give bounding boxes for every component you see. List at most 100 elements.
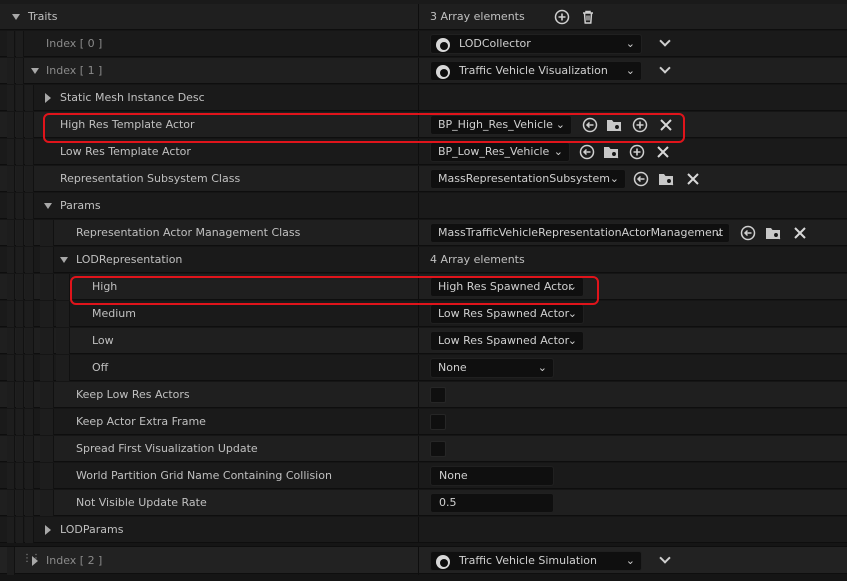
rep-actor-mgmt-class-combo[interactable]: MassTrafficVehicleRepresentationActorMan… — [430, 223, 730, 243]
indent-bar — [16, 355, 24, 381]
indent-bar — [40, 490, 54, 516]
use-selected-icon[interactable] — [633, 171, 649, 187]
use-selected-icon[interactable] — [579, 144, 595, 160]
params-name-cell: Params — [0, 193, 418, 219]
clear-icon[interactable] — [685, 171, 701, 187]
expand-arrow-icon[interactable] — [32, 556, 38, 566]
spread-first-name-cell: Spread First Visualization Update — [0, 436, 418, 462]
index2-label: Index [ 2 ] — [46, 554, 103, 567]
details-panel: Traits 3 Array elements Index [ 0 ] LODC… — [0, 0, 847, 581]
index2-row: ⋮⋮ Index [ 2 ] Traffic Vehicle Simulatio… — [0, 546, 847, 575]
not-visible-rate-name-cell: Not Visible Update Rate — [0, 490, 418, 516]
expand-arrow-icon[interactable] — [44, 203, 52, 209]
lod-high-value-cell: High Res Spawned Actor ⌄ — [419, 274, 847, 300]
lod-off-row: Off None ⌄ — [0, 355, 847, 381]
lod-low-enum-combo[interactable]: Low Res Spawned Actor ⌄ — [430, 331, 584, 351]
low-res-name-cell: Low Res Template Actor — [0, 139, 418, 165]
static-mesh-row: Static Mesh Instance Desc — [0, 85, 847, 111]
expand-arrow-icon[interactable] — [45, 525, 51, 535]
not-visible-rate-row: Not Visible Update Rate 0.5 — [0, 490, 847, 516]
not-visible-rate-input[interactable]: 0.5 — [430, 493, 554, 513]
low-res-label: Low Res Template Actor — [60, 145, 191, 158]
use-selected-icon[interactable] — [582, 117, 598, 133]
browse-folder-icon[interactable] — [603, 144, 619, 160]
clear-icon[interactable] — [792, 225, 808, 241]
indent-bar — [7, 547, 15, 575]
index1-row: Index [ 1 ] Traffic Vehicle Visualizatio… — [0, 58, 847, 84]
lod-high-enum-combo[interactable]: High Res Spawned Actor ⌄ — [430, 277, 584, 297]
low-res-class-combo[interactable]: BP_Low_Res_Vehicle ⌄ — [430, 142, 570, 162]
delete-all-icon[interactable] — [580, 9, 596, 25]
indent-bar — [25, 193, 34, 219]
add-icon[interactable] — [632, 117, 648, 133]
expand-menu-chevron-icon[interactable] — [659, 63, 671, 77]
rep-subsystem-class-combo[interactable]: MassRepresentationSubsystem ⌄ — [430, 169, 626, 189]
index1-name-cell: Index [ 1 ] — [0, 58, 418, 84]
indent-bar — [7, 193, 15, 219]
indent-bar — [7, 274, 15, 300]
spread-first-checkbox[interactable] — [430, 441, 446, 457]
wp-grid-name-input[interactable]: None — [430, 466, 554, 486]
indent-bar — [25, 166, 34, 192]
index0-value-cell: LODCollector ⌄ — [419, 31, 847, 57]
indent-bar — [40, 382, 54, 408]
indent-bar — [16, 274, 24, 300]
lod-medium-row: Medium Low Res Spawned Actor ⌄ — [0, 301, 847, 327]
add-icon[interactable] — [629, 144, 645, 160]
column-divider[interactable] — [418, 193, 419, 219]
lod-off-label: Off — [92, 361, 109, 374]
indent-bar — [25, 274, 34, 300]
rep-subsystem-value-cell: MassRepresentationSubsystem ⌄ — [419, 166, 847, 192]
indent-bar — [16, 139, 24, 165]
lod-medium-enum-combo[interactable]: Low Res Spawned Actor ⌄ — [430, 304, 584, 324]
keep-extra-frame-value-cell — [419, 409, 847, 435]
expand-menu-chevron-icon[interactable] — [659, 553, 671, 567]
lod-params-name-cell: LODParams — [0, 517, 418, 543]
expand-arrow-icon[interactable] — [31, 68, 39, 74]
expand-arrow-icon[interactable] — [12, 14, 20, 20]
use-selected-icon[interactable] — [740, 225, 756, 241]
keep-low-res-checkbox[interactable] — [430, 387, 446, 403]
indent-bar — [16, 58, 24, 84]
keep-low-res-row: Keep Low Res Actors — [0, 382, 847, 408]
rep-subsystem-name-cell: Representation Subsystem Class — [0, 166, 418, 192]
static-mesh-label: Static Mesh Instance Desc — [60, 91, 205, 104]
index1-struct-combo[interactable]: Traffic Vehicle Visualization ⌄ — [430, 61, 642, 81]
indent-bar — [16, 436, 24, 462]
high-res-value-cell: BP_High_Res_Vehicle ⌄ — [419, 112, 847, 138]
indent-bar — [25, 328, 34, 354]
lod-off-value-cell: None ⌄ — [419, 355, 847, 381]
index2-value-cell: Traffic Vehicle Simulation ⌄ — [419, 547, 847, 575]
lod-low-value: Low Res Spawned Actor — [438, 334, 570, 347]
lod-off-enum-combo[interactable]: None ⌄ — [430, 358, 554, 378]
wp-grid-row: World Partition Grid Name Containing Col… — [0, 463, 847, 489]
add-element-icon[interactable] — [554, 9, 570, 25]
keep-extra-frame-checkbox[interactable] — [430, 414, 446, 430]
expand-arrow-icon[interactable] — [60, 257, 68, 263]
browse-folder-icon[interactable] — [658, 171, 674, 187]
high-res-class-combo[interactable]: BP_High_Res_Vehicle ⌄ — [430, 115, 572, 135]
indent-bar — [7, 31, 15, 57]
wp-grid-value-cell: None — [419, 463, 847, 489]
indent-bar — [56, 355, 70, 381]
indent-bar — [25, 382, 34, 408]
high-res-label: High Res Template Actor — [60, 118, 195, 131]
clear-icon[interactable] — [658, 117, 674, 133]
index0-struct-combo[interactable]: LODCollector ⌄ — [430, 34, 642, 54]
indent-bar — [25, 490, 34, 516]
column-divider[interactable] — [418, 517, 419, 543]
indent-bar — [56, 301, 70, 327]
struct-icon — [436, 38, 450, 52]
browse-folder-icon[interactable] — [606, 117, 622, 133]
expand-menu-chevron-icon[interactable] — [659, 36, 671, 50]
column-divider[interactable] — [418, 85, 419, 111]
lod-medium-label: Medium — [92, 307, 136, 320]
chevron-down-icon: ⌄ — [713, 226, 723, 239]
wp-grid-name-cell: World Partition Grid Name Containing Col… — [0, 463, 418, 489]
clear-icon[interactable] — [655, 144, 671, 160]
indent-bar — [7, 112, 15, 138]
expand-arrow-icon[interactable] — [45, 93, 51, 103]
indent-bar — [25, 517, 34, 543]
browse-folder-icon[interactable] — [765, 225, 781, 241]
index2-struct-combo[interactable]: Traffic Vehicle Simulation ⌄ — [430, 551, 642, 571]
